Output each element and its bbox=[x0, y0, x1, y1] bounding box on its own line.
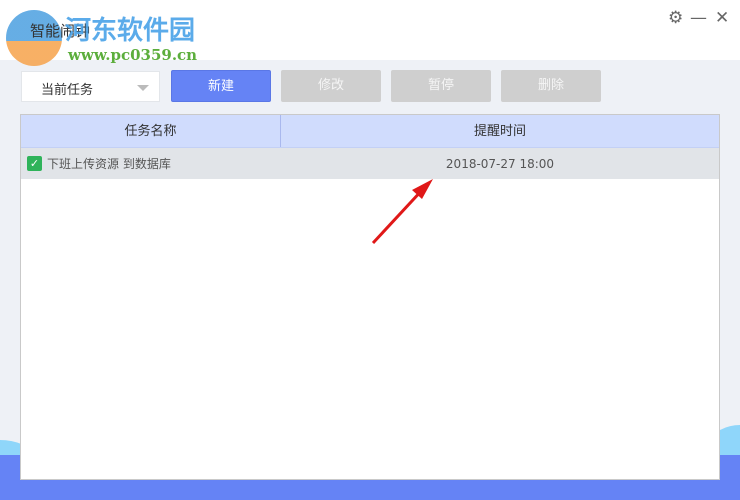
red-arrow-annotation bbox=[371, 179, 433, 245]
